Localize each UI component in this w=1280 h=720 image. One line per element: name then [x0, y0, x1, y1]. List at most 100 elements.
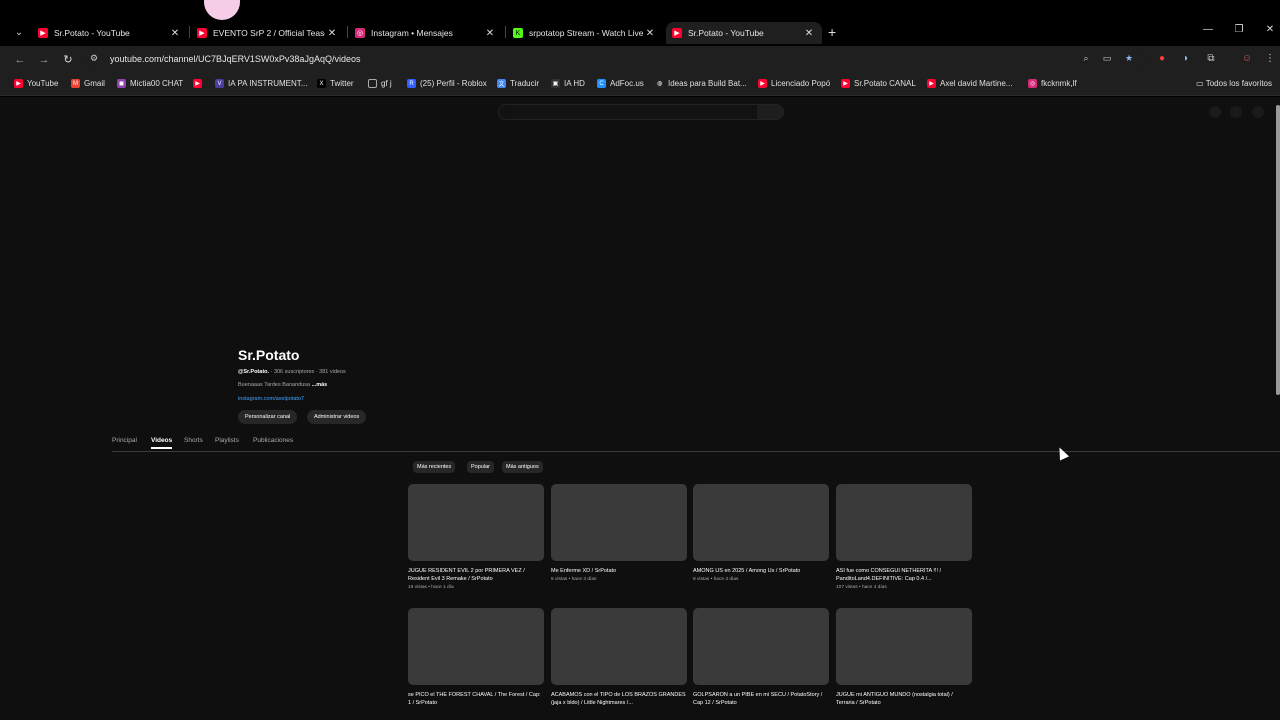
video-thumbnail[interactable]: [693, 484, 829, 561]
notifications-icon[interactable]: [1230, 106, 1242, 118]
adfocus-icon: C: [597, 79, 606, 88]
youtube-icon: ▶: [841, 79, 850, 88]
video-title[interactable]: ASI fue como CONSEGUI NETHERITA !!! / Pa…: [836, 567, 972, 583]
bookmark-item[interactable]: ▶ Licenciado Popó: [758, 79, 830, 88]
instagram-icon: ◎: [1028, 79, 1037, 88]
video-thumbnail[interactable]: [551, 484, 687, 561]
minimize-icon[interactable]: —: [1200, 24, 1216, 35]
profile-avatar-icon[interactable]: ☺: [1240, 53, 1254, 64]
video-title[interactable]: AMONG US en 2025 / Among Us / SrPotato: [693, 567, 829, 575]
tab-shorts[interactable]: Shorts: [184, 437, 203, 444]
account-avatar[interactable]: [1252, 106, 1264, 118]
bookmark-item[interactable]: ◎ fkcknmk,lf: [1028, 79, 1077, 88]
bookmark-item[interactable]: C AdFoc.us: [597, 79, 644, 88]
tab-principal[interactable]: Principal: [112, 437, 137, 444]
restore-icon[interactable]: ❐: [1231, 24, 1247, 35]
bookmark-item[interactable]: 文 Traducir: [497, 79, 539, 88]
close-window-icon[interactable]: ✕: [1262, 24, 1278, 35]
star-bookmark-icon[interactable]: ★: [1122, 53, 1136, 64]
video-card[interactable]: ASI fue como CONSEGUI NETHERITA !!! / Pa…: [836, 484, 972, 590]
bookmark-item[interactable]: V IA PA INSTRUMENT...: [215, 79, 307, 88]
chip-oldest[interactable]: Más antiguos: [502, 461, 543, 473]
forward-icon[interactable]: →: [36, 52, 52, 68]
video-card[interactable]: Me Enferme XD / SrPotato 5 vistas • hace…: [551, 484, 687, 582]
video-thumbnail[interactable]: [408, 608, 544, 685]
browser-tab[interactable]: ▶ Sr.Potato - YouTube ✕: [34, 22, 186, 44]
search-input[interactable]: [498, 104, 784, 120]
kick-icon: K: [513, 28, 523, 38]
video-card[interactable]: se PICO el THE FOREST CHAVAL / The Fores…: [408, 608, 544, 707]
extension-record-icon[interactable]: ●: [1155, 53, 1169, 64]
gmail-icon: M: [71, 79, 80, 88]
bookmark-item[interactable]: ◍ Ideas para Build Bat...: [655, 79, 747, 88]
cast-icon[interactable]: ▭: [1100, 53, 1114, 64]
bookmark-item[interactable]: ▶ Axel david Martine...: [927, 79, 1012, 88]
youtube-page: Sr.Potato @Sr.Potato. · 306 suscriptores…: [0, 97, 1280, 720]
tab-search-button[interactable]: ⌄: [10, 24, 28, 42]
close-tab-icon[interactable]: ✕: [802, 28, 816, 39]
reload-icon[interactable]: ↻: [60, 52, 76, 68]
browser-tab-active[interactable]: ▶ Sr.Potato - YouTube ✕: [666, 22, 822, 44]
manage-videos-button[interactable]: Administrar videos: [307, 410, 367, 424]
extension-audio-icon[interactable]: ◗: [1179, 53, 1193, 64]
tab-videos[interactable]: Videos: [151, 437, 173, 449]
tab-publicaciones[interactable]: Publicaciones: [253, 437, 293, 444]
zoom-icon[interactable]: ⌕: [1079, 53, 1093, 64]
video-title[interactable]: Me Enferme XD / SrPotato: [551, 567, 687, 575]
video-card[interactable]: JUGUE RESIDENT EVIL 2 por PRIMERA VEZ / …: [408, 484, 544, 590]
profile-badge: [204, 0, 240, 20]
globe-icon: ◍: [655, 79, 664, 88]
video-meta: 5 vistas • hace 3 días: [551, 577, 597, 582]
close-tab-icon[interactable]: ✕: [483, 28, 497, 39]
extensions-icon[interactable]: ⧉: [1204, 53, 1218, 64]
bookmark-item[interactable]: ▶ YouTube: [14, 79, 58, 88]
video-thumbnail[interactable]: [693, 608, 829, 685]
page-scrollbar[interactable]: [1276, 105, 1280, 395]
chat-icon: ◼: [117, 79, 126, 88]
bookmark-item[interactable]: gf j: [368, 79, 392, 88]
bookmark-item[interactable]: ▶ Sr.Potato CANAL: [841, 79, 916, 88]
chip-popular[interactable]: Popular: [467, 461, 494, 473]
browser-tab[interactable]: K srpotatop Stream - Watch Live ✕: [509, 22, 661, 44]
browser-tab-bar: ⌄ ▶ Sr.Potato - YouTube ✕ ▶ EVENTO SrP 2…: [0, 0, 1280, 46]
browser-tab[interactable]: ◎ Instagram • Mensajes ✕: [351, 22, 501, 44]
address-bar[interactable]: ⚙ youtube.com/channel/UC7BJqERV1SW0xPv38…: [86, 49, 1146, 71]
new-tab-icon[interactable]: +: [828, 24, 842, 40]
video-title[interactable]: ACABAMOS con el TIPO de LOS BRAZOS GRAND…: [551, 691, 687, 707]
video-card[interactable]: ACABAMOS con el TIPO de LOS BRAZOS GRAND…: [551, 608, 687, 707]
video-card[interactable]: GOLPSARON a un PIBE en mi SECU / PotatoS…: [693, 608, 829, 707]
video-title[interactable]: JUGUE mi ANTIGUO MUNDO (nostalgia total)…: [836, 691, 972, 707]
site-info-icon[interactable]: ⚙: [90, 53, 98, 64]
video-card[interactable]: AMONG US en 2025 / Among Us / SrPotato 8…: [693, 484, 829, 582]
bookmark-item[interactable]: ◼ Mictia00 CHAT: [117, 79, 183, 88]
menu-icon[interactable]: ⋮: [1263, 53, 1277, 64]
bookmark-item[interactable]: X Twitter: [317, 79, 354, 88]
video-card[interactable]: JUGUE mi ANTIGUO MUNDO (nostalgia total)…: [836, 608, 972, 707]
video-title[interactable]: se PICO el THE FOREST CHAVAL / The Fores…: [408, 691, 544, 707]
channel-link[interactable]: instagram.com/axelpotato7: [238, 396, 304, 402]
video-title[interactable]: GOLPSARON a un PIBE en mi SECU / PotatoS…: [693, 691, 829, 707]
video-thumbnail[interactable]: [836, 608, 972, 685]
bookmark-item[interactable]: M Gmail: [71, 79, 105, 88]
close-tab-icon[interactable]: ✕: [168, 28, 182, 39]
url-text[interactable]: youtube.com/channel/UC7BJqERV1SW0xPv38aJ…: [110, 54, 360, 64]
video-thumbnail[interactable]: [408, 484, 544, 561]
browser-tab[interactable]: ▶ EVENTO SrP 2 / Official Teaser T ✕: [193, 22, 343, 44]
video-thumbnail[interactable]: [551, 608, 687, 685]
tab-playlists[interactable]: Playlists: [215, 437, 239, 444]
chip-recent[interactable]: Más recientes: [413, 461, 456, 473]
bookmark-item[interactable]: R (25) Perfil - Roblox: [407, 79, 487, 88]
close-tab-icon[interactable]: ✕: [643, 28, 657, 39]
video-title[interactable]: JUGUE RESIDENT EVIL 2 por PRIMERA VEZ / …: [408, 567, 544, 583]
close-tab-icon[interactable]: ✕: [325, 28, 339, 39]
video-thumbnail[interactable]: [836, 484, 972, 561]
video-meta: 19 vistas • hace 1 día: [408, 585, 454, 590]
customize-channel-button[interactable]: Personalizar canal: [238, 410, 298, 424]
channel-description[interactable]: Buenaaas Tardes Banandusa ...más: [238, 382, 327, 388]
bookmark-item[interactable]: ▶: [193, 79, 206, 88]
all-bookmarks-folder[interactable]: ▭ Todos los favoritos: [1196, 79, 1272, 88]
bookmark-item[interactable]: ▣ IA HD: [551, 79, 585, 88]
create-icon[interactable]: [1209, 106, 1221, 118]
search-button[interactable]: [757, 105, 783, 119]
back-icon[interactable]: ←: [12, 52, 28, 68]
